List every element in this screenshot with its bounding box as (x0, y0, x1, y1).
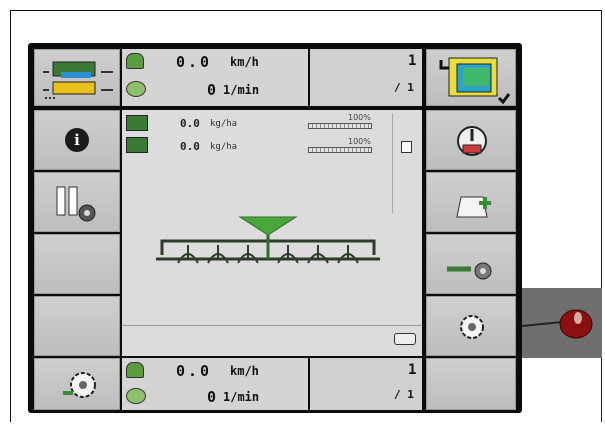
machine-setup-icon (43, 61, 113, 99)
fill-bag-icon (456, 196, 491, 218)
screen-layout-icon (439, 57, 511, 105)
rate-checkbox[interactable] (401, 141, 412, 153)
section-control-icon (56, 186, 96, 222)
pto-icon (126, 81, 146, 97)
rate-1-value: 0.0 (180, 117, 200, 130)
bottom-page-panel (310, 358, 422, 410)
rate-2-bar (308, 147, 372, 153)
machine-setup-button[interactable] (34, 49, 120, 106)
top-page-panel (310, 49, 422, 106)
section-control-button[interactable] (34, 172, 120, 232)
bottom-rpm-unit: 1/min (223, 390, 260, 404)
seed-hopper-icon (126, 115, 148, 131)
seed-hopper-icon (126, 137, 148, 153)
rate-2-value: 0.0 (180, 140, 200, 153)
screen-layout-button[interactable] (426, 49, 516, 106)
pto-icon (126, 388, 146, 404)
fill-bag-button[interactable] (426, 172, 516, 232)
empty-button-right-bottom[interactable] (426, 358, 516, 410)
calibration-button[interactable] (426, 234, 516, 294)
empty-button-left-3[interactable] (34, 234, 120, 294)
gps-icon (394, 333, 416, 345)
remote-sensor-photo (521, 288, 602, 358)
rate-2-unit: kg/ha (210, 142, 238, 152)
empty-button-left-4[interactable] (34, 296, 120, 356)
rate-1-bar (308, 123, 372, 129)
top-speed-value: 0.0 (176, 53, 213, 71)
top-page-total: / 1 (394, 81, 414, 94)
top-speed-unit: km/h (230, 55, 259, 69)
divider (392, 113, 393, 213)
info-icon: i (65, 128, 89, 152)
rate-1-unit: kg/ha (210, 119, 238, 129)
rate-1-percent: 100% (348, 113, 371, 122)
bottom-page-total: / 1 (394, 388, 414, 401)
status-divider (122, 325, 422, 326)
rate-2-percent: 100% (348, 137, 371, 146)
bottom-rpm-value: 0 (207, 388, 217, 406)
top-rpm-unit: 1/min (223, 83, 260, 97)
power-button[interactable] (426, 110, 516, 170)
bottom-page-current: 1 (408, 362, 417, 378)
settings-gear-icon (460, 315, 484, 339)
bottom-speed-value: 0.0 (176, 362, 213, 380)
settings-menu-icon (63, 372, 96, 398)
speed-icon (126, 362, 144, 378)
power-icon (457, 126, 487, 156)
info-button[interactable]: i (34, 110, 120, 170)
settings-button[interactable] (426, 296, 516, 356)
calibration-icon (447, 262, 492, 280)
top-rpm-value: 0 (207, 81, 217, 99)
bottom-speed-unit: km/h (230, 364, 259, 378)
isobus-terminal: 0.0 km/h 0 1/min 1 / 1 i 0.0 kg/ha 100% … (28, 43, 522, 413)
remote-sensor-icon (521, 288, 602, 358)
seed-drill-icon (156, 216, 380, 264)
settings-menu-button[interactable] (34, 358, 120, 410)
top-page-current: 1 (408, 53, 417, 69)
speed-icon (126, 53, 144, 69)
